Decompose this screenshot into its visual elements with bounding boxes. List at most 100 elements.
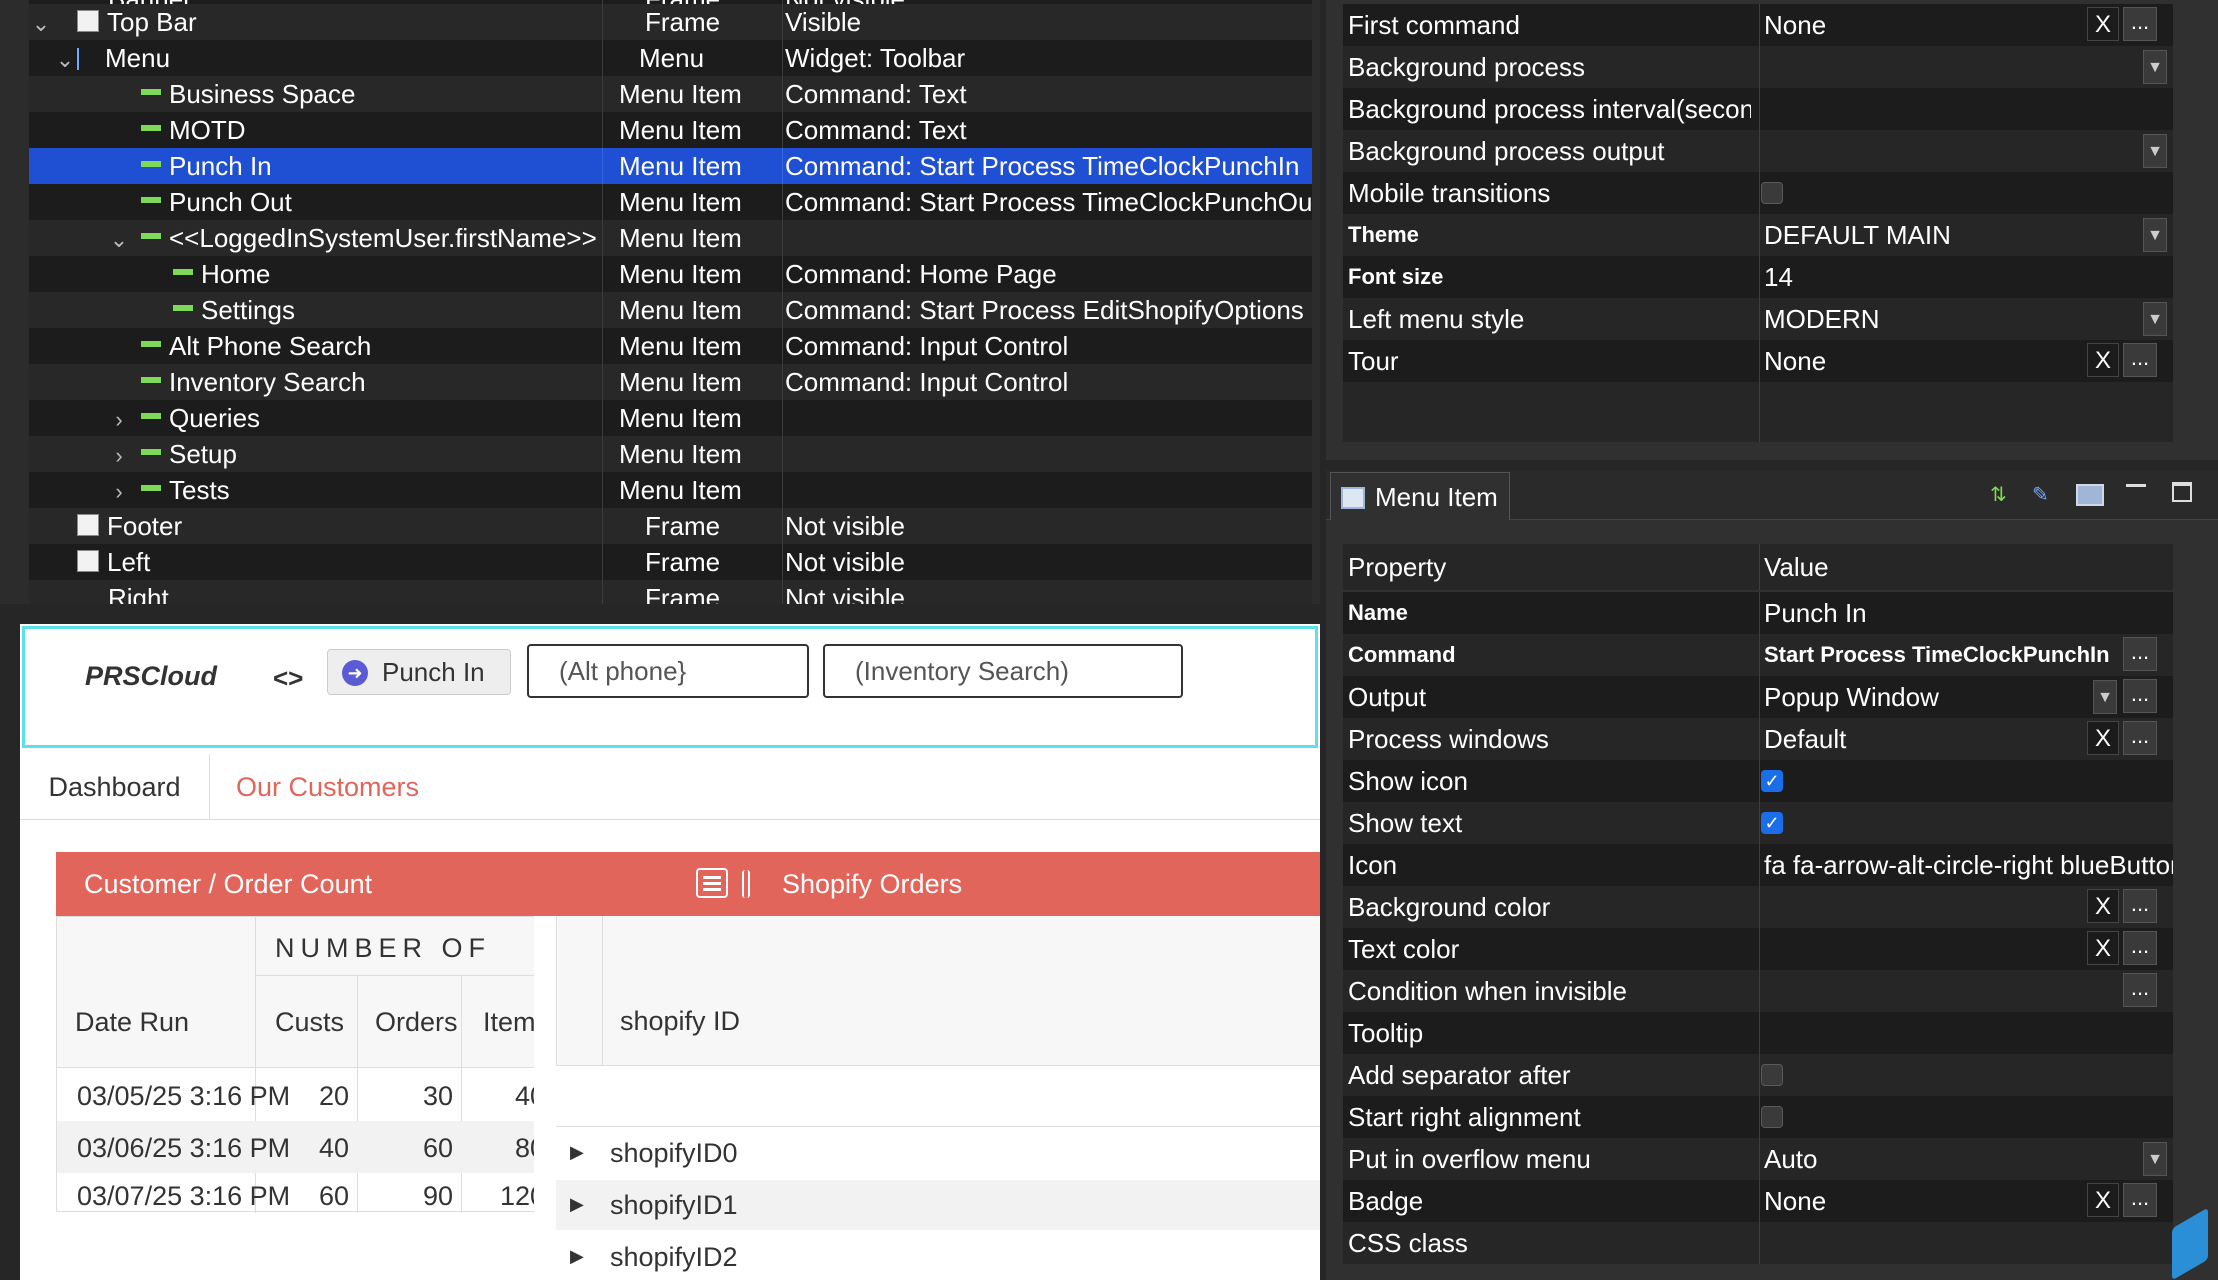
table-view-icon[interactable] [2076, 484, 2104, 506]
tree-row-left[interactable]: Left Frame Not visible [29, 544, 1312, 580]
prop-value[interactable] [1759, 1222, 2173, 1264]
tree-row-punch-in[interactable]: Punch In Menu Item Command: Start Proces… [29, 148, 1312, 184]
prop-value[interactable] [1759, 46, 2173, 88]
clear-button[interactable]: X [2087, 889, 2119, 923]
maximize-icon[interactable] [2172, 482, 2192, 502]
prop-value[interactable] [1759, 88, 2173, 130]
dropdown-arrow-icon[interactable]: ▼ [2143, 218, 2167, 252]
tree-row-footer[interactable]: Footer Frame Not visible [29, 508, 1312, 544]
prop-background-color[interactable]: Background color X ... [1343, 886, 2173, 928]
prop-bg-process-output[interactable]: Background process output ▼ [1343, 130, 2173, 172]
tree-row-inventory-search[interactable]: Inventory Search Menu Item Command: Inpu… [29, 364, 1312, 400]
checkbox[interactable] [1761, 1106, 1783, 1128]
tree-row-motd[interactable]: MOTD Menu Item Command: Text [29, 112, 1312, 148]
tree-row-punch-out[interactable]: Punch Out Menu Item Command: Start Proce… [29, 184, 1312, 220]
dropdown-arrow-icon[interactable]: ▼ [2143, 1142, 2167, 1176]
prop-start-right-alignment[interactable]: Start right alignment [1343, 1096, 2173, 1138]
edit-icon[interactable]: ✎ [2032, 482, 2058, 508]
clear-button[interactable]: X [2087, 931, 2119, 965]
chevron-down-icon[interactable]: ⌄ [53, 42, 77, 76]
sort-icon[interactable]: ⇅ [1990, 482, 2014, 508]
prop-mobile-transitions[interactable]: Mobile transitions [1343, 172, 2173, 214]
prop-show-icon[interactable]: Show icon ✓ [1343, 760, 2173, 802]
ellipsis-button[interactable]: ... [2123, 931, 2157, 965]
tab-menu-item[interactable]: Menu Item [1330, 472, 1510, 520]
prop-value[interactable]: Start Process TimeClockPunchIn [1759, 634, 2123, 676]
list-item[interactable]: ▶ shopifyID0 [556, 1130, 1320, 1180]
prop-value[interactable]: MODERN [1759, 298, 2173, 340]
dropdown-arrow-icon[interactable]: ▼ [2143, 50, 2167, 84]
prop-background-process[interactable]: Background process ▼ [1343, 46, 2173, 88]
checkbox[interactable] [1761, 182, 1783, 204]
prop-font-size[interactable]: Font size 14 [1343, 256, 2173, 298]
prop-value[interactable]: Punch In [1759, 592, 2173, 634]
clear-button[interactable]: X [2087, 343, 2119, 377]
ellipsis-button[interactable]: ... [2123, 721, 2157, 755]
chevron-down-icon[interactable]: ⌄ [29, 6, 53, 40]
tab-dashboard[interactable]: Dashboard [20, 754, 210, 820]
prop-text-color[interactable]: Text color X ... [1343, 928, 2173, 970]
clear-button[interactable]: X [2087, 1183, 2119, 1217]
chevron-right-icon[interactable]: › [97, 438, 141, 472]
prop-overflow-menu[interactable]: Put in overflow menu Auto ▼ [1343, 1138, 2173, 1180]
chevron-right-icon[interactable]: › [97, 474, 141, 508]
ellipsis-button[interactable]: ... [2123, 679, 2157, 713]
prop-icon[interactable]: Icon fa fa-arrow-alt-circle-right blueBu… [1343, 844, 2173, 886]
col-date-run[interactable]: Date Run [75, 1007, 189, 1038]
dropdown-arrow-icon[interactable]: ▼ [2143, 134, 2167, 168]
prop-show-text[interactable]: Show text ✓ [1343, 802, 2173, 844]
col-shopify-id[interactable]: shopify ID [620, 1006, 740, 1037]
prop-value[interactable] [1759, 130, 2173, 172]
prop-output[interactable]: Output Popup Window ▼ ... [1343, 676, 2173, 718]
prop-css-class[interactable]: CSS class [1343, 1222, 2173, 1264]
prop-value[interactable] [1759, 1012, 2173, 1054]
prop-command[interactable]: Command Start Process TimeClockPunchIn .… [1343, 634, 2173, 676]
tree-row-home[interactable]: Home Menu Item Command: Home Page [29, 256, 1312, 292]
prop-condition-invisible[interactable]: Condition when invisible ... [1343, 970, 2173, 1012]
prop-value[interactable] [1759, 970, 2173, 1012]
prop-value[interactable]: fa fa-arrow-alt-circle-right blueButton [1759, 844, 2173, 886]
dropdown-arrow-icon[interactable]: ▼ [2143, 302, 2167, 336]
prop-first-command[interactable]: First command None X ... [1343, 4, 2173, 46]
checkbox[interactable] [1761, 1064, 1783, 1086]
dropdown-arrow-icon[interactable]: ▼ [2093, 680, 2117, 714]
tree-row-setup[interactable]: › Setup Menu Item [29, 436, 1312, 472]
expand-arrow-icon[interactable]: ▶ [570, 1142, 584, 1163]
ellipsis-button[interactable]: ... [2123, 7, 2157, 41]
tree-row-queries[interactable]: › Queries Menu Item [29, 400, 1312, 436]
ellipsis-button[interactable]: ... [2123, 973, 2157, 1007]
ellipsis-button[interactable]: ... [2123, 637, 2157, 671]
tab-our-customers[interactable]: Our Customers [236, 754, 456, 820]
tree-row-right[interactable]: Right Frame Not visible [29, 580, 1312, 604]
tree-row-user-menu[interactable]: ⌄ <<LoggedInSystemUser.firstName>> Menu I… [29, 220, 1312, 256]
tree-row-tests[interactable]: › Tests Menu Item [29, 472, 1312, 508]
list-item[interactable]: ▶ shopifyID1 [556, 1180, 1320, 1230]
list-icon[interactable] [696, 868, 728, 898]
prop-badge[interactable]: Badge None X ... [1343, 1180, 2173, 1222]
prop-value[interactable]: DEFAULT MAIN [1759, 214, 2173, 256]
clear-button[interactable]: X [2087, 721, 2119, 755]
code-icon[interactable]: <> [273, 653, 303, 703]
ellipsis-button[interactable]: ... [2123, 1183, 2157, 1217]
tree-row-settings[interactable]: Settings Menu Item Command: Start Proces… [29, 292, 1312, 328]
alt-phone-input[interactable]: (Alt phone} [527, 644, 809, 698]
expand-arrow-icon[interactable]: ▶ [570, 1194, 584, 1215]
clear-button[interactable]: X [2087, 7, 2119, 41]
expand-arrow-icon[interactable]: ▶ [570, 1246, 584, 1267]
prop-tooltip[interactable]: Tooltip [1343, 1012, 2173, 1054]
minimize-icon[interactable] [2126, 484, 2146, 487]
prop-bg-process-interval[interactable]: Background process interval(seconds) [1343, 88, 2173, 130]
prop-process-windows[interactable]: Process windows Default X ... [1343, 718, 2173, 760]
tree-row-alt-phone-search[interactable]: Alt Phone Search Menu Item Command: Inpu… [29, 328, 1312, 364]
prop-theme[interactable]: Theme DEFAULT MAIN ▼ [1343, 214, 2173, 256]
punch-in-button[interactable]: ➜ Punch In [327, 649, 511, 695]
col-custs[interactable]: Custs [275, 1007, 344, 1038]
col-orders[interactable]: Orders [375, 1007, 458, 1038]
prop-tour[interactable]: Tour None X ... [1343, 340, 2173, 382]
ellipsis-button[interactable]: ... [2123, 343, 2157, 377]
prop-value[interactable]: 14 [1759, 256, 2173, 298]
table-row[interactable]: 03/07/25 3:16 PM 60 90 120 [57, 1173, 553, 1213]
checkbox-checked[interactable]: ✓ [1761, 812, 1783, 834]
tree-row-menu[interactable]: ⌄ Menu Menu Widget: Toolbar [29, 40, 1312, 76]
inventory-search-input[interactable]: (Inventory Search) [823, 644, 1183, 698]
